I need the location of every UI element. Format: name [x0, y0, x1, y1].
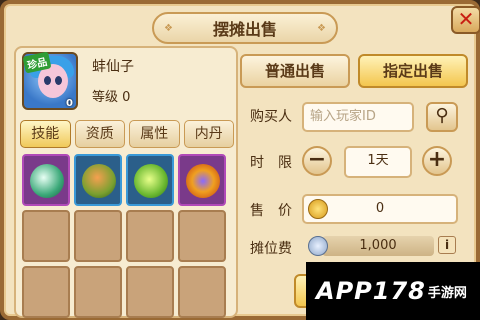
avatar-eye-left — [44, 76, 51, 85]
empty-slot[interactable] — [22, 210, 70, 262]
pet-tabs: 技能 资质 属性 内丹 — [20, 120, 234, 148]
watermark-brand: APP178 — [316, 277, 426, 305]
close-button[interactable]: ✕ — [451, 6, 480, 34]
skill-slot[interactable] — [74, 154, 122, 206]
tab-attributes[interactable]: 属性 — [129, 120, 180, 148]
heart-skill-icon — [134, 164, 168, 198]
empty-slot[interactable] — [74, 266, 122, 318]
dialog-title: 摆摊出售 — [212, 20, 277, 39]
watermark-sub: 手游网 — [427, 285, 467, 301]
normal-sell-button[interactable]: 普通出售 — [240, 54, 350, 88]
avatar-count: 0 — [66, 98, 73, 109]
skill-slot[interactable] — [178, 154, 226, 206]
fee-label: 摊位费 — [250, 241, 292, 257]
dialog-title-bar: ❖ 摆摊出售 ❖ — [152, 12, 338, 44]
minus-icon: − — [307, 147, 327, 172]
duration-increase-button[interactable]: + — [422, 146, 452, 176]
avatar-eye-right — [55, 76, 62, 85]
fire-skill-icon — [186, 164, 220, 198]
pet-level: 等级 0 — [92, 90, 131, 105]
plus-icon: + — [427, 147, 447, 172]
empty-slot[interactable] — [22, 266, 70, 318]
fee-value: 1,000 — [322, 236, 434, 256]
empty-slot[interactable] — [126, 210, 174, 262]
tab-skills[interactable]: 技能 — [20, 120, 71, 148]
skill-slot[interactable] — [22, 154, 70, 206]
info-icon: i — [444, 238, 450, 252]
empty-slot[interactable] — [74, 210, 122, 262]
empty-slot[interactable] — [178, 210, 226, 262]
gold-coin-icon — [308, 199, 328, 219]
ornament-right-icon: ❖ — [317, 23, 326, 34]
skill-slot[interactable] — [126, 154, 174, 206]
watermark-logo: APP178 手游网 — [306, 262, 480, 320]
water-skill-icon — [30, 164, 64, 198]
search-button[interactable]: ⚲ — [426, 102, 458, 132]
tab-inner-core[interactable]: 内丹 — [183, 120, 234, 148]
price-label: 售 价 — [250, 203, 292, 219]
ornament-left-icon: ❖ — [164, 23, 173, 34]
pet-name: 蚌仙子 — [92, 59, 134, 75]
duration-label: 时 限 — [250, 155, 292, 171]
designated-sell-button[interactable]: 指定出售 — [358, 54, 468, 88]
info-button[interactable]: i — [438, 236, 456, 254]
duration-value: 1天 — [344, 146, 412, 178]
search-icon: ⚲ — [435, 105, 449, 126]
buyer-label: 购买人 — [250, 109, 292, 125]
empty-slot[interactable] — [178, 266, 226, 318]
silver-coin-icon — [308, 236, 328, 256]
fist-skill-icon — [82, 164, 116, 198]
skill-grid — [22, 154, 234, 318]
empty-slot[interactable] — [126, 266, 174, 318]
duration-decrease-button[interactable]: − — [302, 146, 332, 176]
buyer-id-input[interactable]: 输入玩家ID — [302, 102, 414, 132]
tab-aptitude[interactable]: 资质 — [74, 120, 125, 148]
